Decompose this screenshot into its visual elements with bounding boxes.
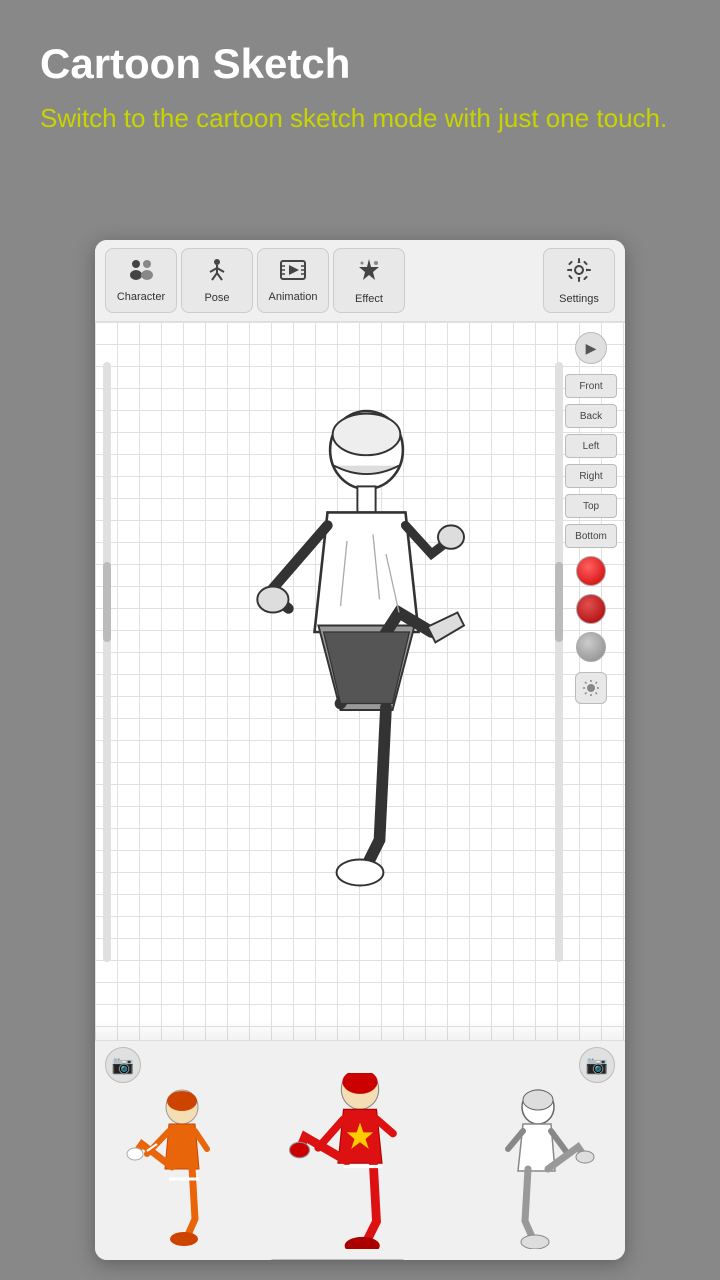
effect-icon: [356, 257, 382, 289]
settings-label: Settings: [559, 293, 599, 305]
character-thumbnail-2[interactable]: [277, 1073, 442, 1249]
bottom-scrollbar-thumb: [270, 1259, 405, 1260]
left-view-button[interactable]: Left: [565, 434, 617, 458]
back-view-button[interactable]: Back: [565, 404, 617, 428]
character-button[interactable]: Character: [105, 248, 177, 313]
page-subtitle: Switch to the cartoon sketch mode with j…: [40, 100, 680, 136]
character-thumbnails: [95, 1089, 625, 1259]
character-thumbnail-1[interactable]: [112, 1089, 262, 1249]
color-swatch-red1[interactable]: [576, 556, 606, 586]
right-scrollbar-thumb: [555, 562, 563, 642]
header: Cartoon Sketch Switch to the cartoon ske…: [0, 0, 720, 156]
left-scrollbar[interactable]: [103, 362, 111, 962]
camera-right-button[interactable]: 📷: [579, 1047, 615, 1083]
animation-button[interactable]: Animation: [257, 248, 329, 313]
effect-button[interactable]: Effect: [333, 248, 405, 313]
animation-label: Animation: [269, 291, 318, 303]
character-thumbnail-3[interactable]: [458, 1089, 608, 1249]
character-icon: [127, 259, 155, 287]
app-container: Character Pose: [95, 240, 625, 1260]
character-sketch: [217, 372, 477, 952]
toolbar: Character Pose: [95, 240, 625, 322]
settings-button[interactable]: Settings: [543, 248, 615, 313]
pose-label: Pose: [204, 292, 229, 304]
front-view-button[interactable]: Front: [565, 374, 617, 398]
page-title: Cartoon Sketch: [40, 40, 680, 88]
camera-left-button[interactable]: 📷: [105, 1047, 141, 1083]
character-label: Character: [117, 291, 165, 303]
bottom-panel: 📷 📷: [95, 1040, 625, 1260]
settings-icon: [566, 257, 592, 289]
play-button[interactable]: ▶: [575, 332, 607, 364]
top-view-button[interactable]: Top: [565, 494, 617, 518]
right-controls: ▶ Front Back Left Right Top Bottom: [565, 332, 617, 704]
lighting-button[interactable]: [575, 672, 607, 704]
color-swatch-red2[interactable]: [576, 594, 606, 624]
pose-icon: [204, 258, 230, 288]
effect-label: Effect: [355, 293, 383, 305]
color-swatch-gray[interactable]: [576, 632, 606, 662]
bottom-view-button[interactable]: Bottom: [565, 524, 617, 548]
pose-button[interactable]: Pose: [181, 248, 253, 313]
right-scrollbar[interactable]: [555, 362, 563, 962]
canvas-area[interactable]: ▶ Front Back Left Right Top Bottom: [95, 322, 625, 1042]
animation-icon: [279, 259, 307, 287]
right-view-button[interactable]: Right: [565, 464, 617, 488]
floor-shadow: [95, 1020, 625, 1040]
left-scrollbar-thumb: [103, 562, 111, 642]
